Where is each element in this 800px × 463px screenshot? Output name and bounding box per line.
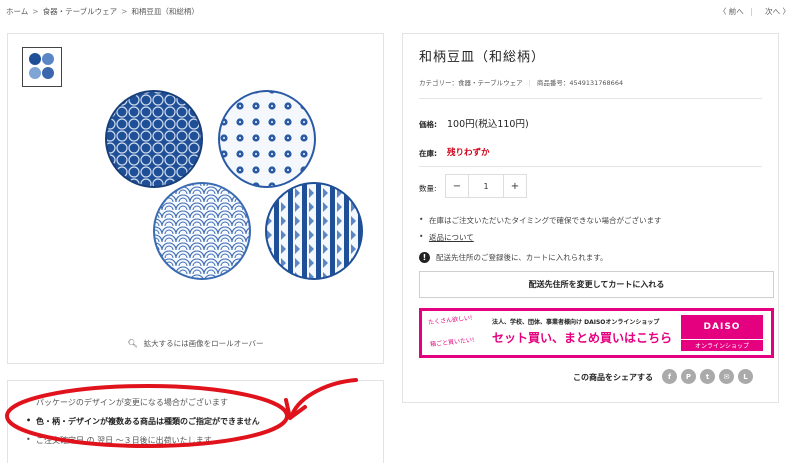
banner-headline: セット買い、まとめ買いはこちら: [492, 331, 673, 345]
share-icons: f P t ✉ L: [662, 369, 757, 384]
daiso-logo: DAISO: [681, 315, 763, 339]
bulk-order-banner[interactable]: たくさん欲しい! 箱ごと買いたい! 法人、学校、団体、事業者様向け DAISOオ…: [419, 308, 774, 358]
list-item: 返品について: [419, 232, 662, 243]
zoom-hint-text: 拡大するには画像をロールオーバー: [143, 339, 264, 348]
search-icon: 🔍︎: [127, 339, 138, 348]
breadcrumb: ホーム > 食器・テーブルウェア > 和柄豆皿（和総柄）: [6, 6, 202, 17]
facebook-icon[interactable]: f: [662, 369, 677, 384]
banner-left-bottom: 箱ごと買いたい!: [429, 336, 475, 349]
quantity-label: 数量:: [419, 184, 437, 193]
divider: [419, 98, 762, 99]
banner-left-top: たくさん欲しい!: [427, 314, 473, 327]
product-title: 和柄豆皿（和総柄）: [419, 50, 546, 65]
category-label: カテゴリー：食器・テーブルウェア: [419, 79, 523, 87]
quantity-minus-button[interactable]: −: [446, 175, 468, 197]
stock-label: 在庫:: [419, 149, 437, 158]
pager: 〈 前へ | 次へ 〉: [713, 6, 790, 17]
share-label: この商品をシェアする: [573, 373, 653, 382]
stock-status: 残りわずか: [447, 148, 490, 158]
product-info-panel: 和柄豆皿（和総柄） カテゴリー：食器・テーブルウェア | 商品番号：45491317…: [402, 33, 779, 403]
price-label: 価格:: [419, 120, 437, 129]
pager-divider: |: [750, 7, 753, 16]
product-image[interactable]: [8, 34, 385, 334]
list-item: 色・柄・デザインが複数ある商品は種類のご指定ができません: [26, 416, 260, 427]
mail-icon[interactable]: ✉: [719, 369, 734, 384]
top-bar: ホーム > 食器・テーブルウェア > 和柄豆皿（和総柄） 〈 前へ | 次へ 〉: [6, 6, 790, 20]
product-meta: カテゴリー：食器・テーブルウェア | 商品番号：4549131768664: [419, 77, 623, 87]
breadcrumb-current: 和柄豆皿（和総柄）: [131, 7, 199, 16]
warning-text: 配送先住所のご登録後に、カートに入れられます。: [436, 253, 608, 262]
breadcrumb-separator: >: [121, 7, 128, 16]
stock-info-list: 在庫はご注文いただいたタイミングで確保できない場合がございます 返品について: [419, 215, 662, 249]
breadcrumb-home[interactable]: ホーム: [6, 7, 28, 16]
banner-subtitle: 法人、学校、団体、事業者様向け DAISOオンラインショップ: [492, 319, 660, 326]
divider: [419, 166, 762, 167]
list-item: パッケージのデザインが変更になる場合がございます: [26, 397, 260, 408]
online-shop-label: オンラインショップ: [681, 340, 763, 351]
quantity-stepper: − 1 +: [445, 174, 527, 198]
notes-list: パッケージのデザインが変更になる場合がございます 色・柄・デザインが複数ある商品…: [26, 397, 260, 454]
returns-link[interactable]: 返品について: [429, 233, 474, 242]
address-warning: ! 配送先住所のご登録後に、カートに入れられます。: [419, 252, 608, 263]
list-item: 在庫はご注文いただいたタイミングで確保できない場合がございます: [419, 215, 662, 226]
add-to-cart-button[interactable]: 配送先住所を変更してカートに入れる: [419, 271, 774, 298]
product-notes: パッケージのデザインが変更になる場合がございます 色・柄・デザインが複数ある商品…: [7, 380, 384, 463]
price-value: 100円(税込110円): [447, 119, 529, 130]
product-gallery: 🔍︎ 拡大するには画像をロールオーバー: [7, 33, 384, 364]
list-item: ご注文確定日 の 翌日 ～３日後に出荷いたします: [26, 435, 260, 446]
zoom-hint: 🔍︎ 拡大するには画像をロールオーバー: [8, 338, 383, 349]
meta-divider: |: [528, 79, 531, 87]
breadcrumb-category[interactable]: 食器・テーブルウェア: [43, 7, 118, 16]
alert-icon: !: [419, 252, 430, 263]
next-link[interactable]: 次へ 〉: [765, 7, 790, 16]
quantity-input[interactable]: 1: [468, 175, 504, 197]
quantity-plus-button[interactable]: +: [504, 175, 526, 197]
prev-link[interactable]: 〈 前へ: [719, 7, 744, 16]
line-icon[interactable]: L: [738, 369, 753, 384]
twitter-icon[interactable]: t: [700, 369, 715, 384]
sku-label: 商品番号：4549131768664: [536, 79, 624, 87]
breadcrumb-separator: >: [32, 7, 39, 16]
pinterest-icon[interactable]: P: [681, 369, 696, 384]
